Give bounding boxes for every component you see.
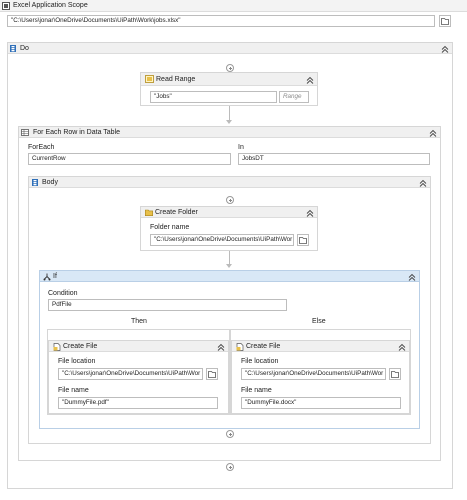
- connector-arrow: [226, 264, 232, 268]
- else-file-location-input[interactable]: "C:\Users\jonar\OneDrive\Documents\UiPat…: [241, 368, 386, 380]
- foreach-label: ForEach: [28, 144, 55, 151]
- excel-read-range-icon: [145, 75, 154, 85]
- read-range-title: Read Range: [156, 76, 196, 83]
- condition-label: Condition: [48, 290, 78, 297]
- scope-title: Excel Application Scope: [13, 2, 88, 9]
- chevron-up-icon[interactable]: [419, 179, 427, 187]
- then-label: Then: [131, 318, 147, 325]
- browse-folder-button[interactable]: [297, 234, 309, 246]
- chevron-up-icon[interactable]: [441, 45, 449, 53]
- body-title: Body: [42, 179, 58, 186]
- if-branch-icon: [43, 273, 51, 283]
- workbook-path-input[interactable]: "C:\Users\jonar\OneDrive\Documents\UiPat…: [7, 15, 435, 27]
- then-create-file-header[interactable]: Create File: [49, 341, 228, 352]
- browse-workbook-button[interactable]: [439, 15, 451, 27]
- chevron-up-icon[interactable]: [429, 129, 437, 137]
- create-folder-header[interactable]: Create Folder: [141, 207, 317, 218]
- for-each-header[interactable]: For Each Row in Data Table: [19, 127, 440, 138]
- then-browse-location-button[interactable]: [206, 368, 218, 380]
- file-icon: [236, 343, 244, 353]
- in-datatable-input[interactable]: JobsDT: [238, 153, 430, 165]
- foreach-variable-input[interactable]: CurrentRow: [28, 153, 231, 165]
- connector-arrow: [226, 120, 232, 124]
- create-folder-activity[interactable]: Create Folder Folder name "C:\Users\jona…: [140, 206, 318, 251]
- chevron-up-icon[interactable]: [217, 343, 225, 351]
- connector-line: [229, 251, 230, 264]
- folder-icon: [391, 371, 399, 378]
- folder-icon: [208, 371, 216, 378]
- do-sequence-header[interactable]: Do: [8, 43, 452, 54]
- add-activity-icon[interactable]: [226, 463, 234, 471]
- file-name-label: File name: [241, 387, 272, 394]
- then-file-name-input[interactable]: "DummyFile.pdf": [58, 397, 218, 409]
- file-icon: [53, 343, 61, 353]
- file-location-label: File location: [241, 358, 279, 365]
- excel-scope-header[interactable]: Excel Application Scope: [0, 0, 467, 12]
- then-create-file-activity[interactable]: Create File File location "C:\Users\jona…: [48, 340, 229, 414]
- folder-icon: [145, 209, 153, 218]
- table-icon: [21, 129, 29, 138]
- add-activity-icon[interactable]: [226, 64, 234, 72]
- folder-icon: [441, 18, 449, 25]
- connector-line: [229, 106, 230, 120]
- do-sequence-title: Do: [20, 45, 29, 52]
- add-activity-icon[interactable]: [226, 430, 234, 438]
- range-input[interactable]: Range: [279, 91, 309, 103]
- create-folder-title: Create Folder: [155, 209, 198, 216]
- chevron-up-icon[interactable]: [408, 273, 416, 281]
- chevron-up-icon[interactable]: [398, 343, 406, 351]
- add-activity-icon[interactable]: [226, 196, 234, 204]
- sheet-name-input[interactable]: "Jobs": [150, 91, 277, 103]
- file-name-label: File name: [58, 387, 89, 394]
- chevron-up-icon[interactable]: [306, 209, 314, 217]
- excel-scope-icon: [2, 2, 10, 12]
- sequence-icon: [32, 179, 38, 188]
- if-title: If: [53, 273, 57, 280]
- folder-name-input[interactable]: "C:\Users\jonar\OneDrive\Documents\UiPat…: [150, 234, 294, 246]
- folder-icon: [299, 237, 307, 244]
- body-header[interactable]: Body: [29, 177, 430, 188]
- sequence-icon: [10, 45, 16, 54]
- else-browse-location-button[interactable]: [389, 368, 401, 380]
- in-label: In: [238, 144, 244, 151]
- read-range-header[interactable]: Read Range: [141, 73, 317, 86]
- else-create-file-header[interactable]: Create File: [232, 341, 409, 352]
- else-create-file-activity[interactable]: Create File File location "C:\Users\jona…: [231, 340, 410, 414]
- else-create-file-title: Create File: [246, 343, 281, 350]
- if-header[interactable]: If: [40, 271, 419, 282]
- then-file-location-input[interactable]: "C:\Users\jonar\OneDrive\Documents\UiPat…: [58, 368, 203, 380]
- for-each-title: For Each Row in Data Table: [33, 129, 121, 136]
- read-range-activity[interactable]: Read Range "Jobs" Range: [140, 72, 318, 106]
- else-file-name-input[interactable]: "DummyFile.docx": [241, 397, 401, 409]
- folder-name-label: Folder name: [150, 224, 190, 231]
- else-label: Else: [312, 318, 326, 325]
- condition-input[interactable]: PdfFile: [48, 299, 287, 311]
- then-create-file-title: Create File: [63, 343, 98, 350]
- file-location-label: File location: [58, 358, 96, 365]
- chevron-up-icon[interactable]: [306, 76, 314, 84]
